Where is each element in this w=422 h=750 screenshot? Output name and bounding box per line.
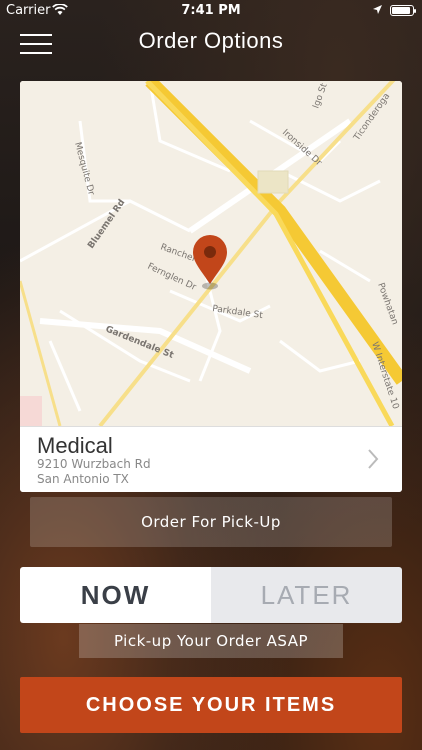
location-card: Igo St Ticonderoga Ironside Dr Mesquite … bbox=[20, 81, 402, 492]
nav-bar: Order Options bbox=[0, 22, 422, 66]
asap-label: Pick-up Your Order ASAP bbox=[79, 624, 343, 658]
timing-segmented-control: NOW LATER bbox=[20, 567, 402, 623]
map-view[interactable]: Igo St Ticonderoga Ironside Dr Mesquite … bbox=[20, 81, 402, 426]
location-arrow-icon bbox=[372, 4, 383, 19]
status-time: 7:41 PM bbox=[181, 3, 241, 18]
order-type-button[interactable]: Order For Pick-Up bbox=[30, 497, 392, 547]
choose-items-button[interactable]: CHOOSE YOUR ITEMS bbox=[20, 677, 402, 733]
status-bar: Carrier 7:41 PM bbox=[0, 0, 422, 22]
location-address-line1: 9210 Wurzbach Rd bbox=[37, 457, 151, 471]
segment-later[interactable]: LATER bbox=[211, 567, 402, 623]
page-title: Order Options bbox=[138, 28, 284, 53]
battery-icon bbox=[390, 5, 416, 16]
chevron-right-icon bbox=[368, 449, 379, 469]
location-address-line2: San Antonio TX bbox=[37, 472, 129, 486]
battery-fill bbox=[392, 7, 410, 14]
location-name: Medical bbox=[37, 433, 113, 458]
location-row[interactable]: Medical 9210 Wurzbach Rd San Antonio TX bbox=[20, 426, 402, 492]
segment-now[interactable]: NOW bbox=[20, 567, 211, 623]
